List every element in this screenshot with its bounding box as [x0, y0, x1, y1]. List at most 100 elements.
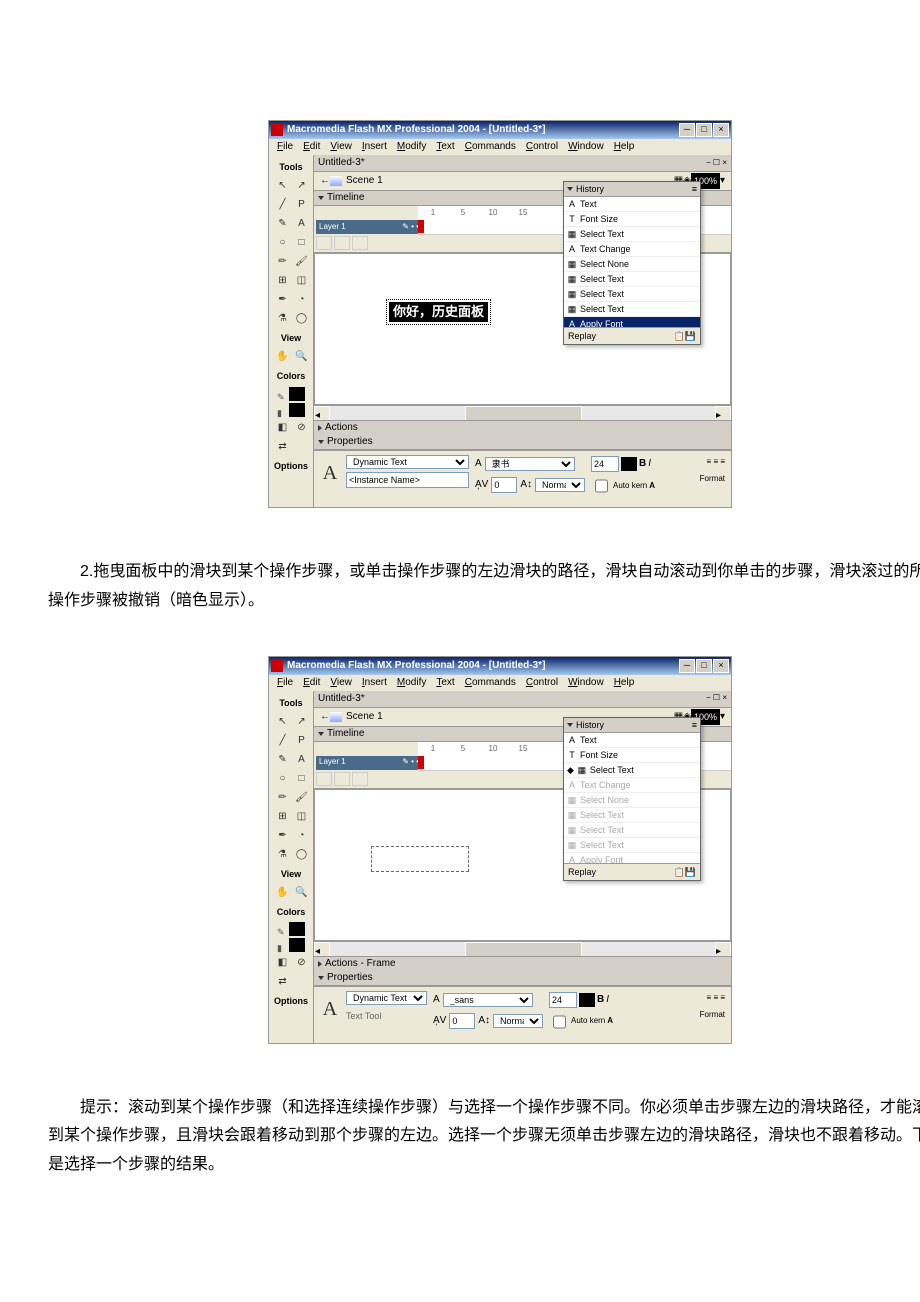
text-color[interactable] — [621, 457, 637, 471]
zoom-dropdown[interactable]: ▾ — [720, 172, 725, 190]
no-color[interactable]: ⊘ — [292, 954, 312, 972]
text-tool[interactable]: A — [292, 751, 312, 769]
line-tool[interactable]: ╱ — [273, 732, 293, 750]
history-item[interactable]: ◆ ▦Select Text — [564, 763, 700, 778]
history-item[interactable]: ▦Select None — [564, 793, 700, 808]
history-item[interactable]: ▦Select Text — [564, 287, 700, 302]
text-object[interactable]: 你好，历史面板 — [389, 302, 488, 322]
history-item[interactable]: ▦Select Text — [564, 808, 700, 823]
letter-spacing[interactable] — [491, 477, 517, 493]
history-item[interactable]: AApply Font — [564, 317, 700, 327]
horizontal-scrollbar[interactable]: ◂▸ — [314, 405, 731, 420]
ink-tool[interactable]: ✒ — [273, 291, 293, 309]
copy-steps-icon[interactable]: 📋 — [674, 328, 685, 344]
fill-transform-tool[interactable]: ◫ — [292, 808, 312, 826]
actions-panel-header[interactable]: Actions - Frame — [314, 956, 731, 971]
arrow-tool[interactable]: ↖ — [273, 177, 293, 195]
pencil-tool[interactable]: ✏ — [273, 789, 293, 807]
pencil-tool[interactable]: ✏ — [273, 253, 293, 271]
document-tab[interactable]: Untitled-3*− ☐ × — [314, 155, 731, 172]
hand-tool[interactable]: ✋ — [273, 348, 293, 366]
fill-color[interactable] — [289, 938, 305, 952]
subselect-tool[interactable]: ↗ — [292, 177, 312, 195]
save-command-icon[interactable]: 💾 — [685, 328, 696, 344]
swap-colors[interactable]: ⇄ — [273, 973, 293, 991]
arrow-tool[interactable]: ↖ — [273, 713, 293, 731]
oval-tool[interactable]: ○ — [273, 770, 293, 788]
stroke-color[interactable] — [289, 387, 305, 401]
history-item[interactable]: AText Change — [564, 778, 700, 793]
rect-tool[interactable]: □ — [292, 770, 312, 788]
replay-button[interactable]: Replay — [568, 864, 596, 880]
eyedropper-tool[interactable]: ⚗ — [273, 846, 293, 864]
italic-button[interactable]: I — [648, 455, 651, 473]
history-item[interactable]: ▦Select Text — [564, 838, 700, 853]
font-select[interactable]: 隶书 — [485, 457, 575, 471]
fill-color[interactable] — [289, 403, 305, 417]
lasso-tool[interactable]: P — [292, 732, 312, 750]
text-type-select[interactable]: Dynamic Text — [346, 991, 427, 1005]
pen-tool[interactable]: ✎ — [273, 215, 293, 233]
bold-button[interactable]: B — [639, 455, 646, 473]
pen-tool[interactable]: ✎ — [273, 751, 293, 769]
eyedropper-tool[interactable]: ⚗ — [273, 310, 293, 328]
history-panel-header[interactable]: History≡ — [564, 182, 700, 197]
history-item[interactable]: TFont Size — [564, 212, 700, 227]
transform-tool[interactable]: ⊞ — [273, 272, 293, 290]
brush-tool[interactable]: 🖌 — [292, 253, 312, 271]
transform-tool[interactable]: ⊞ — [273, 808, 293, 826]
menu-file[interactable]: File — [273, 674, 297, 692]
text-type-select[interactable]: Dynamic Text — [346, 455, 469, 469]
panel-menu-icon[interactable]: ≡ — [692, 181, 697, 197]
zoom-tool[interactable]: 🔍 — [292, 348, 312, 366]
maximize-button[interactable]: □ — [696, 659, 712, 673]
eraser-tool[interactable]: ◯ — [292, 846, 312, 864]
eraser-tool[interactable]: ◯ — [292, 310, 312, 328]
font-select[interactable]: _sans — [443, 993, 533, 1007]
lasso-tool[interactable]: P — [292, 196, 312, 214]
oval-tool[interactable]: ○ — [273, 234, 293, 252]
history-item[interactable]: AApply Font — [564, 853, 700, 863]
document-tab[interactable]: Untitled-3*− ☐ × — [314, 691, 731, 708]
properties-panel-header[interactable]: Properties — [314, 435, 731, 450]
instance-name-input[interactable] — [346, 472, 469, 488]
history-item[interactable]: TFont Size — [564, 748, 700, 763]
add-folder-button[interactable] — [352, 236, 368, 250]
ink-tool[interactable]: ✒ — [273, 827, 293, 845]
hand-tool[interactable]: ✋ — [273, 884, 293, 902]
empty-text-frame[interactable] — [371, 846, 469, 872]
history-item[interactable]: ▦Select Text — [564, 227, 700, 242]
actions-panel-header[interactable]: Actions — [314, 420, 731, 435]
replay-button[interactable]: Replay — [568, 328, 596, 344]
history-item[interactable]: AText Change — [564, 242, 700, 257]
brush-tool[interactable]: 🖌 — [292, 789, 312, 807]
line-tool[interactable]: ╱ — [273, 196, 293, 214]
layer-row[interactable]: Layer 1✎ • • — [316, 220, 422, 234]
history-item[interactable]: ▦Select None — [564, 257, 700, 272]
history-item[interactable]: ▦Select Text — [564, 823, 700, 838]
scene-name[interactable]: Scene 1 — [346, 172, 383, 190]
format-button[interactable]: Format — [700, 474, 725, 483]
menu-file[interactable]: File — [273, 138, 297, 156]
zoom-tool[interactable]: 🔍 — [292, 884, 312, 902]
minimize-button[interactable]: ─ — [679, 123, 695, 137]
close-button[interactable]: × — [713, 123, 729, 137]
bucket-tool[interactable]: ◔ — [292, 827, 312, 845]
fill-transform-tool[interactable]: ◫ — [292, 272, 312, 290]
swap-colors[interactable]: ⇄ — [273, 438, 293, 456]
rect-tool[interactable]: □ — [292, 234, 312, 252]
default-colors[interactable]: ◧ — [273, 419, 293, 437]
autokern-checkbox[interactable] — [595, 479, 608, 493]
history-panel-header[interactable]: History≡ — [564, 718, 700, 733]
line-mode[interactable]: Normal — [535, 478, 585, 492]
add-layer-button[interactable] — [316, 236, 332, 250]
close-button[interactable]: × — [713, 659, 729, 673]
layer-row[interactable]: Layer 1✎ • • — [316, 756, 422, 770]
history-item[interactable]: AText — [564, 733, 700, 748]
minimize-button[interactable]: ─ — [679, 659, 695, 673]
keyframe[interactable] — [418, 220, 424, 233]
bucket-tool[interactable]: ◔ — [292, 291, 312, 309]
horizontal-scrollbar[interactable]: ◂▸ — [314, 941, 731, 956]
history-item[interactable]: AText — [564, 197, 700, 212]
history-item[interactable]: ▦Select Text — [564, 302, 700, 317]
